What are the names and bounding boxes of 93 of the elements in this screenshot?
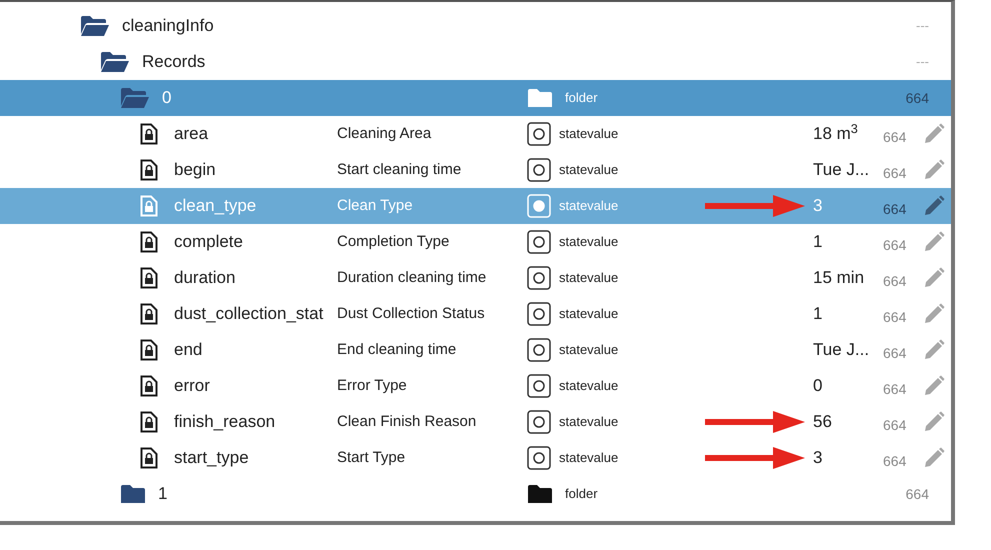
- state-name: clean_type: [174, 195, 256, 218]
- acl-text: 664: [883, 344, 908, 362]
- acl-text: 664: [883, 128, 908, 146]
- description-text: Dust Collection Status: [337, 304, 486, 324]
- edit-icon[interactable]: [923, 339, 945, 361]
- value-text: ---: [916, 53, 929, 72]
- folder-name: Records: [142, 51, 206, 74]
- type-label: folder: [565, 89, 598, 108]
- folder-icon: [527, 484, 553, 504]
- edit-icon[interactable]: [923, 159, 945, 181]
- acl-text: 664: [883, 452, 908, 470]
- acl-text: 664: [883, 308, 908, 326]
- value-text: 1: [813, 303, 824, 326]
- acl-text: 664: [906, 88, 929, 108]
- type-label: statevalue: [559, 377, 618, 396]
- tree-row[interactable]: clean_type Clean Type statevalue 3 664: [0, 188, 951, 224]
- folder-icon: [527, 88, 553, 108]
- description-text: Error Type: [337, 376, 408, 396]
- locked-file-icon: [140, 267, 158, 289]
- state-icon: [527, 446, 551, 470]
- state-icon: [527, 338, 551, 362]
- acl-text: 664: [883, 272, 908, 290]
- locked-file-icon: [140, 123, 158, 145]
- value-text: 1: [813, 231, 824, 254]
- description-text: Start cleaning time: [337, 160, 462, 180]
- acl-text: 664: [883, 380, 908, 398]
- type-label: statevalue: [559, 197, 618, 216]
- locked-file-icon: [140, 159, 158, 181]
- type-label: statevalue: [559, 449, 618, 468]
- folder-name: cleaningInfo: [122, 15, 214, 38]
- state-icon: [527, 266, 551, 290]
- locked-file-icon: [140, 303, 158, 325]
- folder-name: 0: [162, 87, 172, 110]
- description-text: Clean Finish Reason: [337, 412, 478, 432]
- value-text: 3: [813, 195, 824, 218]
- type-label: statevalue: [559, 233, 618, 252]
- edit-icon[interactable]: [923, 195, 945, 217]
- value-text: Tue J...: [813, 339, 870, 362]
- acl-text: 664: [883, 164, 908, 182]
- type-label: statevalue: [559, 125, 618, 144]
- state-name: begin: [174, 159, 216, 182]
- description-text: End cleaning time: [337, 340, 458, 360]
- value-text: 56: [813, 411, 833, 434]
- type-label: statevalue: [559, 413, 618, 432]
- value-text: ---: [916, 17, 929, 36]
- description-text: Clean Type: [337, 196, 414, 216]
- state-name: duration: [174, 267, 236, 290]
- state-name: complete: [174, 231, 243, 254]
- folder-name: 1: [158, 483, 168, 506]
- type-label: statevalue: [559, 161, 618, 180]
- state-name: error: [174, 375, 210, 398]
- edit-icon[interactable]: [923, 123, 945, 145]
- locked-file-icon: [140, 195, 158, 217]
- edit-icon[interactable]: [923, 447, 945, 469]
- description-text: Duration cleaning time: [337, 268, 488, 288]
- state-name: finish_reason: [174, 411, 276, 434]
- edit-icon[interactable]: [923, 231, 945, 253]
- locked-file-icon: [140, 231, 158, 253]
- value-text: 18 m$^{3}$: [813, 121, 859, 146]
- type-label: statevalue: [559, 269, 618, 288]
- value-text: Tue J...: [813, 159, 870, 182]
- acl-text: 664: [906, 484, 929, 504]
- description-text: Cleaning Area: [337, 124, 432, 144]
- state-icon: [527, 194, 551, 218]
- value-text: 0: [813, 375, 824, 398]
- locked-file-icon: [140, 447, 158, 469]
- value-text: 3: [813, 447, 824, 470]
- edit-icon[interactable]: [923, 375, 945, 397]
- state-icon: [527, 230, 551, 254]
- edit-icon[interactable]: [923, 267, 945, 289]
- acl-text: 664: [883, 200, 908, 218]
- state-icon: [527, 122, 551, 146]
- locked-file-icon: [140, 375, 158, 397]
- acl-text: 664: [883, 416, 908, 434]
- state-name: dust_collection_stat: [174, 303, 324, 326]
- state-icon: [527, 158, 551, 182]
- edit-icon[interactable]: [923, 303, 945, 325]
- state-name: end: [174, 339, 202, 362]
- state-icon: [527, 410, 551, 434]
- description-text: Start Type: [337, 448, 406, 468]
- locked-file-icon: [140, 339, 158, 361]
- type-label: statevalue: [559, 305, 618, 324]
- edit-icon[interactable]: [923, 411, 945, 433]
- acl-text: 664: [883, 236, 908, 254]
- state-icon: [527, 374, 551, 398]
- locked-file-icon: [140, 411, 158, 433]
- value-text: 15 min: [813, 267, 866, 290]
- description-text: Completion Type: [337, 232, 450, 252]
- state-icon: [527, 302, 551, 326]
- state-name: start_type: [174, 447, 249, 470]
- state-name: area: [174, 123, 208, 146]
- type-label: folder: [565, 485, 598, 504]
- type-label: statevalue: [559, 341, 618, 360]
